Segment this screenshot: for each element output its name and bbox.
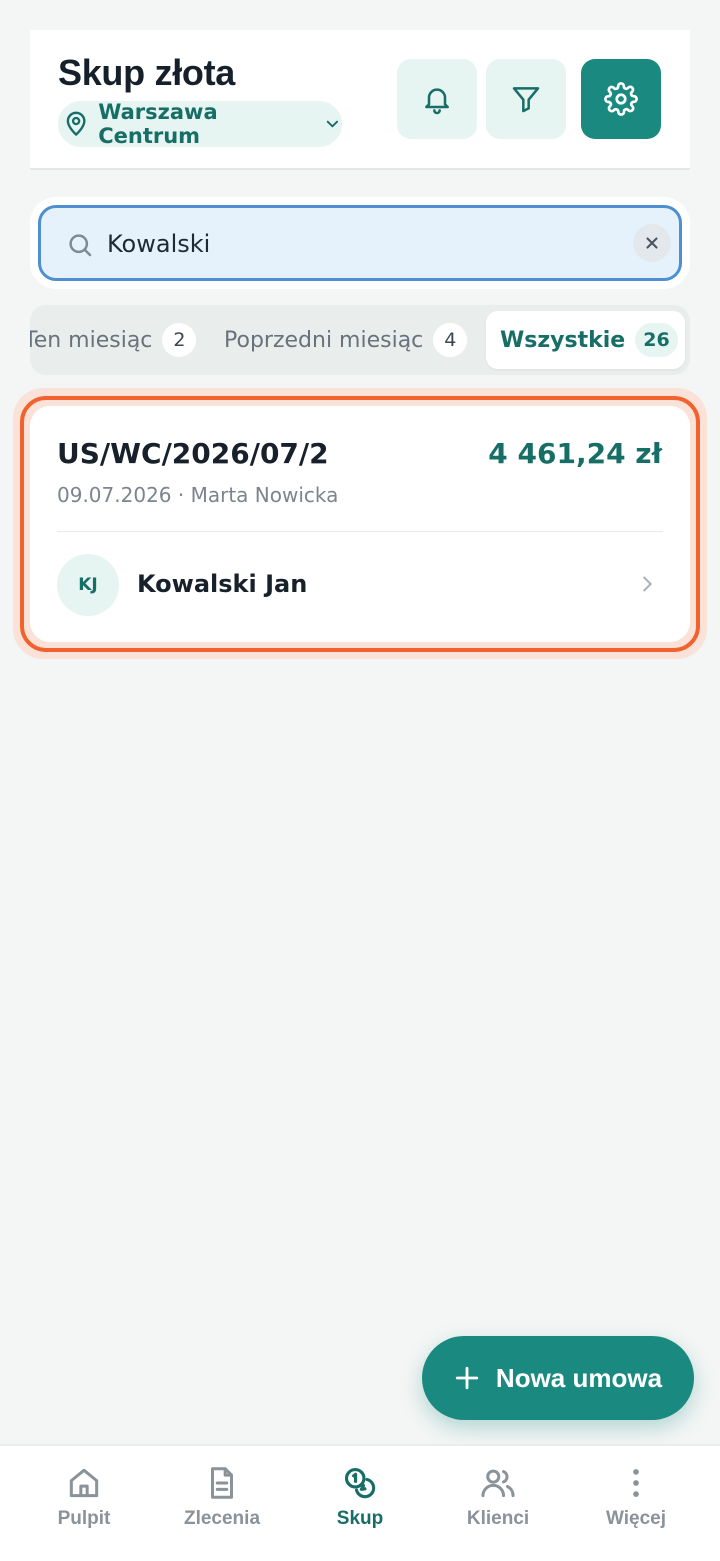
home-icon	[69, 1468, 99, 1498]
search-box[interactable]	[38, 205, 682, 281]
settings-button[interactable]	[581, 59, 661, 139]
client-name: Kowalski Jan	[137, 570, 308, 598]
search-input[interactable]	[107, 226, 607, 262]
tab-all[interactable]: Wszystkie 26	[486, 311, 685, 369]
search-icon	[69, 234, 92, 257]
nav-label: Klienci	[466, 1508, 530, 1529]
tab-this-month[interactable]: Ten miesiąc 2	[30, 311, 197, 369]
search-container	[30, 197, 690, 289]
contract-number: US/WC/2026/07/2	[57, 437, 329, 470]
avatar: KJ	[57, 554, 119, 616]
location-selector[interactable]: Warszawa Centrum	[58, 100, 342, 148]
chevron-down-icon	[326, 120, 339, 128]
gear-icon	[604, 82, 638, 116]
more-vertical-icon	[633, 1469, 639, 1497]
plus-icon	[455, 1366, 479, 1390]
bottom-navigation: Pulpit Zlecenia Skup Klienci Więcej	[0, 1444, 720, 1561]
document-icon	[210, 1467, 234, 1499]
nav-item-zlecenia[interactable]: Zlecenia	[150, 1446, 294, 1561]
map-pin-icon	[66, 111, 86, 136]
tab-label: Ten miesiąc	[30, 327, 153, 353]
close-icon	[646, 237, 658, 249]
nav-item-wiecej[interactable]: Więcej	[564, 1446, 708, 1561]
tab-count-badge: 2	[162, 323, 197, 357]
tab-previous-month[interactable]: Poprzedni miesiąc 4	[224, 311, 468, 369]
tab-count-badge: 26	[635, 323, 678, 357]
contract-card[interactable]: US/WC/2026/07/2 4 461,24 zł 09.07.2026 ·…	[30, 406, 690, 642]
clear-search-button[interactable]	[633, 224, 671, 262]
filter-button[interactable]	[486, 59, 566, 139]
nav-item-skup[interactable]: Skup	[288, 1446, 432, 1561]
nav-label: Zlecenia	[183, 1508, 261, 1529]
coins-icon	[344, 1467, 376, 1499]
chevron-right-icon	[643, 576, 652, 592]
app-header: Skup złota Warszawa Centrum	[30, 30, 690, 170]
contract-amount: 4 461,24 zł	[488, 437, 662, 470]
page-title: Skup złota	[58, 52, 236, 93]
nav-label: Pulpit	[57, 1508, 111, 1529]
bell-icon	[425, 88, 449, 115]
tab-count-badge: 4	[433, 323, 468, 357]
nav-item-klienci[interactable]: Klienci	[426, 1446, 570, 1561]
nav-label: Więcej	[605, 1508, 667, 1529]
nav-label: Skup	[336, 1508, 384, 1529]
notifications-button[interactable]	[397, 59, 477, 139]
users-icon	[481, 1469, 515, 1498]
new-contract-button[interactable]: Nowa umowa	[422, 1336, 694, 1420]
tab-label: Wszystkie	[500, 327, 626, 353]
contract-meta: 09.07.2026 · Marta Nowicka	[57, 483, 339, 507]
nav-item-pulpit[interactable]: Pulpit	[12, 1446, 156, 1561]
filter-icon	[512, 87, 540, 113]
period-tabs: Ten miesiąc 2 Poprzedni miesiąc 4 Wszyst…	[30, 305, 690, 375]
fab-label: Nowa umowa	[495, 1362, 663, 1393]
location-label: Warszawa Centrum	[98, 100, 218, 148]
divider	[57, 531, 663, 532]
tab-label: Poprzedni miesiąc	[224, 327, 424, 353]
